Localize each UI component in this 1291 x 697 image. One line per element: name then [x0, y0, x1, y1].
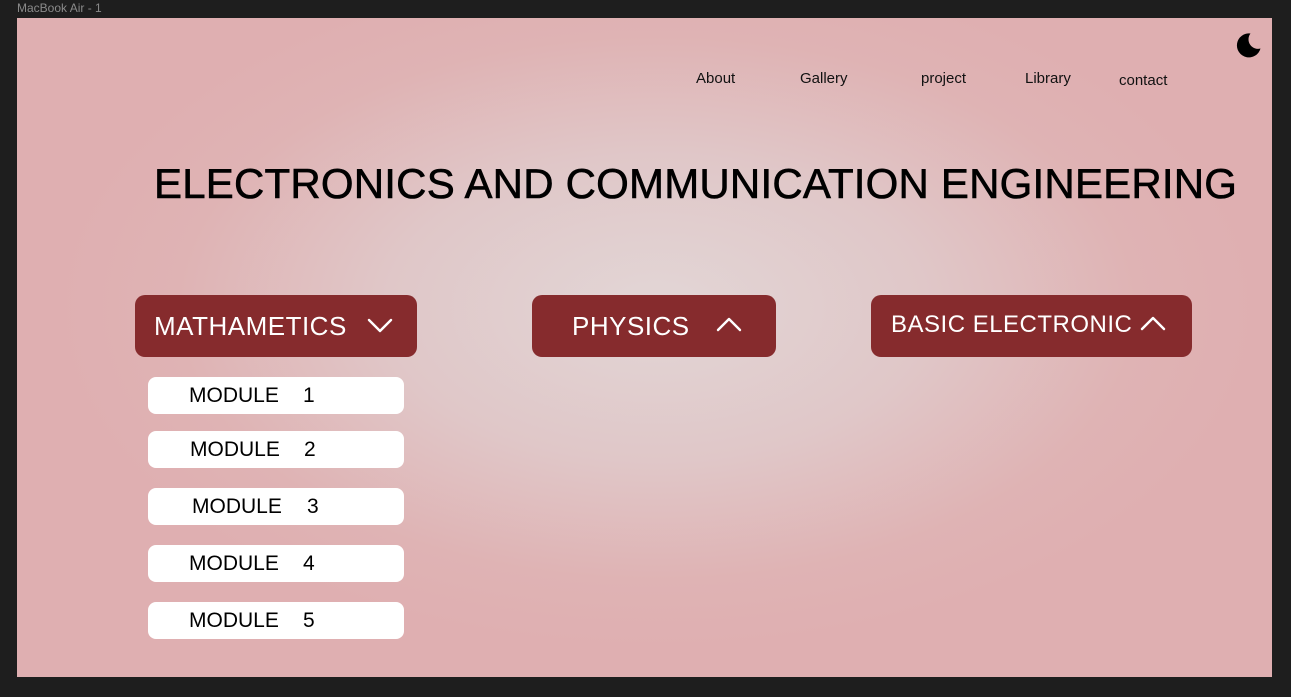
mathematics-dropdown-button[interactable]: MATHAMETICS: [135, 295, 417, 357]
module-label: MODULE: [192, 495, 282, 518]
physics-label: PHYSICS: [572, 311, 690, 341]
moon-icon[interactable]: [1233, 30, 1263, 60]
nav-gallery-link[interactable]: Gallery: [800, 70, 848, 87]
module-label: MODULE: [189, 609, 279, 632]
nav-project-link[interactable]: project: [921, 70, 966, 87]
page-title: ELECTRONICS AND COMMUNICATION ENGINEERIN…: [154, 160, 1238, 208]
mathematics-label: MATHAMETICS: [154, 311, 347, 341]
module-1-item[interactable]: MODULE 1: [148, 377, 404, 414]
nav-about-link[interactable]: About: [696, 70, 735, 87]
nav-library-link[interactable]: Library: [1025, 70, 1071, 87]
basic-electronic-dropdown-button[interactable]: BASIC ELECTRONIC: [871, 295, 1192, 357]
module-number: 5: [303, 609, 315, 632]
chevron-up-icon: [1140, 316, 1166, 331]
frame-label: MacBook Air - 1: [17, 1, 102, 15]
nav-contact-link[interactable]: contact: [1119, 72, 1167, 89]
module-label: MODULE: [189, 552, 279, 575]
module-number: 4: [303, 552, 315, 575]
module-label: MODULE: [189, 384, 279, 407]
module-number: 2: [304, 438, 316, 461]
module-2-item[interactable]: MODULE 2: [148, 431, 404, 468]
chevron-up-icon: [716, 317, 742, 332]
basic-electronic-label: BASIC ELECTRONIC: [891, 311, 1133, 338]
module-number: 1: [303, 384, 315, 407]
top-nav: About Gallery project Library contact: [17, 70, 1272, 94]
module-4-item[interactable]: MODULE 4: [148, 545, 404, 582]
module-5-item[interactable]: MODULE 5: [148, 602, 404, 639]
module-label: MODULE: [190, 438, 280, 461]
chevron-down-icon: [367, 318, 393, 333]
page-frame: About Gallery project Library contact EL…: [17, 18, 1272, 677]
module-3-item[interactable]: MODULE 3: [148, 488, 404, 525]
physics-dropdown-button[interactable]: PHYSICS: [532, 295, 776, 357]
module-number: 3: [307, 495, 319, 518]
